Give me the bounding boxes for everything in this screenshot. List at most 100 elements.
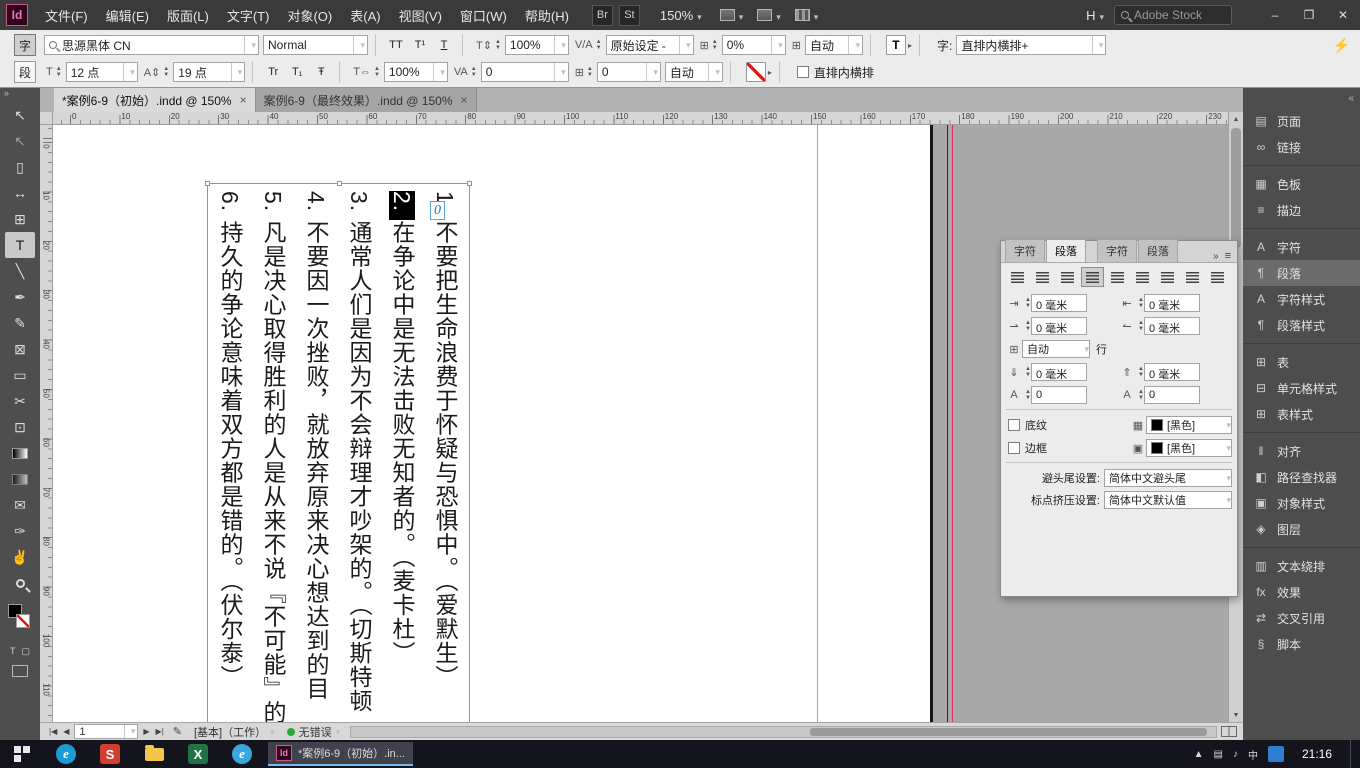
- pencil-tool[interactable]: ✎: [5, 310, 35, 336]
- first-line-indent-input[interactable]: 0 毫米: [1030, 317, 1087, 335]
- next-page-button[interactable]: ▶: [140, 727, 152, 736]
- tab-close-icon[interactable]: ×: [240, 93, 247, 107]
- paragraph-3[interactable]: 3.通常人们是因为不会辩理才吵架的。（切斯特顿: [337, 191, 380, 722]
- restore-button[interactable]: ❐: [1292, 0, 1326, 30]
- vertical-scale-stepper[interactable]: [495, 39, 501, 51]
- dock-item-swatches[interactable]: ▦ 色板: [1243, 171, 1360, 197]
- expand-icon[interactable]: ▸: [908, 41, 912, 50]
- frame-handle[interactable]: [337, 181, 342, 186]
- kerning-select[interactable]: 原始设定 -: [605, 35, 694, 55]
- dock-item-table[interactable]: ⊞ 表: [1243, 349, 1360, 375]
- scroll-up-icon[interactable]: ▲: [1229, 112, 1243, 126]
- ie-icon[interactable]: e: [220, 740, 264, 768]
- paragraph-4[interactable]: 4.不要因一次挫败，就放弃原来决心想达到的目: [294, 191, 337, 722]
- vertical-ruler[interactable]: 0102030405060708090100110120: [40, 125, 53, 722]
- align-button-6[interactable]: [1131, 267, 1154, 287]
- proportional-spacing-stepper[interactable]: [712, 39, 718, 51]
- vertical-scale-select[interactable]: 100%: [504, 35, 569, 55]
- stock-button[interactable]: St: [618, 4, 640, 26]
- direct-selection-tool[interactable]: ↖: [5, 128, 35, 154]
- horizontal-scale-stepper[interactable]: [374, 66, 380, 78]
- tray-icon-1[interactable]: ▲: [1194, 749, 1204, 760]
- minimize-button[interactable]: –: [1258, 0, 1292, 30]
- paragraph-panel-header[interactable]: 字符 段落 字符 段落 » ≡: [1001, 239, 1237, 263]
- dock-item-scripts[interactable]: § 脚本: [1243, 631, 1360, 657]
- dropcap-lines-input[interactable]: 0: [1030, 386, 1087, 404]
- dock-item-cell-styles[interactable]: ⊟ 单元格样式: [1243, 375, 1360, 401]
- tray-icon-3[interactable]: ♪: [1233, 749, 1238, 760]
- paragraph-formatting-button[interactable]: 段: [14, 61, 36, 83]
- frame-handle[interactable]: [467, 181, 472, 186]
- font-style-select[interactable]: Normal: [263, 35, 368, 55]
- last-line-indent-input[interactable]: 0 毫米: [1143, 317, 1200, 335]
- kinsoku-select[interactable]: 简体中文避头尾: [1104, 469, 1232, 487]
- subscript-button[interactable]: T₁: [286, 62, 308, 82]
- align-button-8[interactable]: [1181, 267, 1204, 287]
- menubar-item-1[interactable]: 文件(F): [36, 0, 97, 30]
- panel-tab-4[interactable]: 段落: [1138, 239, 1178, 262]
- align-button-5[interactable]: [1106, 267, 1129, 287]
- align-button-4[interactable]: [1081, 267, 1104, 287]
- scissors-tool[interactable]: ✂: [5, 388, 35, 414]
- stroke-color-swatch[interactable]: [16, 614, 30, 628]
- tray-icon-2[interactable]: ▤: [1214, 749, 1223, 760]
- menubar-item-7[interactable]: 视图(V): [390, 0, 451, 30]
- space-before-input[interactable]: 0 毫米: [1030, 363, 1087, 381]
- text-frame[interactable]: 1.不要把生命浪费于怀疑与恐惧中。（爱默生） 2.在争论中是无法击败无知者的。（麦…: [205, 181, 472, 722]
- menubar-item-2[interactable]: 编辑(E): [97, 0, 158, 30]
- last-line-indent-field[interactable]: ↼ 0 毫米: [1119, 317, 1232, 335]
- vertical-type-tool[interactable]: T: [5, 232, 35, 258]
- fill-color-indicator[interactable]: T: [885, 35, 906, 55]
- gradient-feather-tool[interactable]: [5, 466, 35, 492]
- vertical-text-story[interactable]: 1.不要把生命浪费于怀疑与恐惧中。（爱默生） 2.在争论中是无法击败无知者的。（麦…: [208, 184, 469, 722]
- align-button-7[interactable]: [1156, 267, 1179, 287]
- kerning-stepper[interactable]: [596, 39, 602, 51]
- panel-tab-1[interactable]: 字符: [1005, 239, 1045, 262]
- leading-stepper[interactable]: [163, 66, 169, 78]
- rectangle-tool[interactable]: ▭: [5, 362, 35, 388]
- dock-item-object-styles[interactable]: ▣ 对象样式: [1243, 490, 1360, 516]
- file-explorer-icon[interactable]: [132, 740, 176, 768]
- horizontal-scrollbar[interactable]: [350, 725, 1217, 738]
- superscript-button[interactable]: T¹: [409, 35, 431, 55]
- leading-select[interactable]: 19 点: [173, 62, 246, 82]
- menubar-item-3[interactable]: 版面(L): [158, 0, 218, 30]
- page-number-select[interactable]: 1: [74, 724, 139, 739]
- space-after-field[interactable]: ⇑ 0 毫米: [1119, 363, 1232, 381]
- dock-item-effects[interactable]: fx 效果: [1243, 579, 1360, 605]
- ruler-origin[interactable]: [40, 112, 53, 125]
- font-size-select[interactable]: 12 点: [65, 62, 138, 82]
- document-tab-1[interactable]: *案例6-9（初始）.indd @ 150% ×: [54, 88, 256, 112]
- proportional-spacing-select[interactable]: 0%: [721, 35, 786, 55]
- paragraph-1[interactable]: 1.不要把生命浪费于怀疑与恐惧中。（爱默生）: [423, 191, 466, 722]
- jidori2-select[interactable]: 自动: [664, 62, 723, 82]
- frame-handle[interactable]: [205, 181, 210, 186]
- align-button-2[interactable]: [1031, 267, 1054, 287]
- screen-mode-button[interactable]: [757, 8, 781, 23]
- expand-icon[interactable]: ▸: [768, 68, 772, 77]
- scroll-down-icon[interactable]: ▼: [1229, 708, 1243, 722]
- preflight-icon[interactable]: ✎: [173, 725, 182, 738]
- underline-button[interactable]: T: [433, 35, 455, 55]
- quick-apply-icon[interactable]: ⚡: [1333, 37, 1350, 54]
- align-button-3[interactable]: [1056, 267, 1079, 287]
- right-indent-input[interactable]: 0 毫米: [1143, 294, 1200, 312]
- zoom-level-select[interactable]: 150%: [656, 6, 706, 25]
- show-desktop-button[interactable]: [1350, 740, 1354, 768]
- tatechuyoko-checkbox[interactable]: [796, 66, 809, 78]
- paragraph-5[interactable]: 5.凡是决心取得胜利的人是从来不说『不可能』的: [251, 191, 294, 722]
- dock-item-cross-references[interactable]: ⇄ 交叉引用: [1243, 605, 1360, 631]
- vertical-scrollbar-thumb[interactable]: [1231, 128, 1241, 248]
- font-size-stepper[interactable]: [56, 66, 62, 78]
- space-after-input[interactable]: 0 毫米: [1143, 363, 1200, 381]
- align-button-1[interactable]: [1006, 267, 1029, 287]
- workspace-switcher[interactable]: H: [1086, 8, 1104, 23]
- view-mode-button[interactable]: [12, 665, 28, 677]
- screenshot-app-icon[interactable]: [1267, 746, 1284, 762]
- kumi-stepper[interactable]: [587, 66, 593, 78]
- adobe-stock-search-input[interactable]: Adobe Stock: [1114, 5, 1232, 25]
- horizontal-ruler[interactable]: 0 10 20 30 40 50 60 70 80 90 100 110 120 130 140 150 160…: [53, 112, 1228, 125]
- selection-tool[interactable]: ↖: [5, 102, 35, 128]
- eyedropper-tool[interactable]: ✑: [5, 518, 35, 544]
- close-button[interactable]: ✕: [1326, 0, 1360, 30]
